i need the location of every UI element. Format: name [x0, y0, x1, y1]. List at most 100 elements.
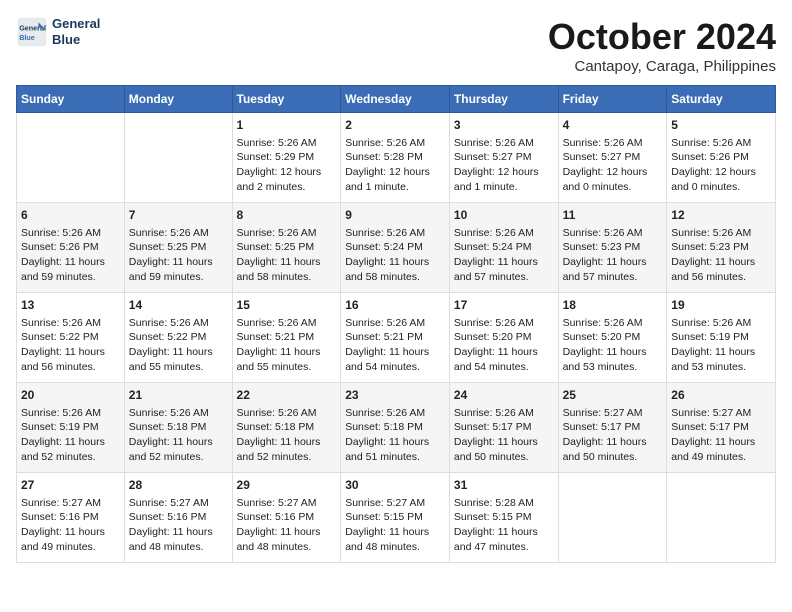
calendar-cell: 12 Sunrise: 5:26 AM Sunset: 5:23 PM Dayli… — [667, 203, 776, 293]
page-header: General Blue General Blue October 2024 C… — [16, 16, 776, 75]
cell-content: Sunrise: 5:26 AM Sunset: 5:24 PM Dayligh… — [454, 226, 554, 285]
day-number: 19 — [671, 297, 771, 314]
calendar-cell — [17, 113, 125, 203]
calendar-cell — [124, 113, 232, 203]
cell-content: Sunrise: 5:26 AM Sunset: 5:17 PM Dayligh… — [454, 406, 554, 465]
cell-content: Sunrise: 5:26 AM Sunset: 5:29 PM Dayligh… — [237, 136, 337, 195]
day-header-monday: Monday — [124, 86, 232, 113]
calendar-cell — [558, 473, 667, 563]
title-area: October 2024 Cantapoy, Caraga, Philippin… — [548, 16, 776, 75]
day-number: 6 — [21, 207, 120, 224]
calendar-cell: 11 Sunrise: 5:26 AM Sunset: 5:23 PM Dayli… — [558, 203, 667, 293]
day-number: 31 — [454, 477, 554, 494]
cell-content: Sunrise: 5:26 AM Sunset: 5:21 PM Dayligh… — [345, 316, 445, 375]
day-number: 3 — [454, 117, 554, 134]
day-number: 11 — [563, 207, 663, 224]
calendar-week-row: 1Sunrise: 5:26 AM Sunset: 5:29 PM Daylig… — [17, 113, 776, 203]
cell-content: Sunrise: 5:27 AM Sunset: 5:15 PM Dayligh… — [345, 496, 445, 555]
calendar-cell: 5 Sunrise: 5:26 AM Sunset: 5:26 PM Daylig… — [667, 113, 776, 203]
day-number: 29 — [237, 477, 337, 494]
calendar-cell: 19 Sunrise: 5:26 AM Sunset: 5:19 PM Dayli… — [667, 293, 776, 383]
cell-content: Sunrise: 5:27 AM Sunset: 5:17 PM Dayligh… — [563, 406, 663, 465]
calendar-week-row: 27Sunrise: 5:27 AM Sunset: 5:16 PM Dayli… — [17, 473, 776, 563]
day-number: 18 — [563, 297, 663, 314]
day-number: 12 — [671, 207, 771, 224]
day-number: 8 — [237, 207, 337, 224]
cell-content: Sunrise: 5:26 AM Sunset: 5:19 PM Dayligh… — [21, 406, 120, 465]
calendar-cell: 16 Sunrise: 5:26 AM Sunset: 5:21 PM Dayli… — [341, 293, 450, 383]
day-header-thursday: Thursday — [449, 86, 558, 113]
calendar-cell: 26Sunrise: 5:27 AM Sunset: 5:17 PM Dayli… — [667, 383, 776, 473]
logo-text: General Blue — [52, 16, 100, 47]
calendar-cell: 14 Sunrise: 5:26 AM Sunset: 5:22 PM Dayli… — [124, 293, 232, 383]
day-number: 23 — [345, 387, 445, 404]
calendar-cell: 6 Sunrise: 5:26 AM Sunset: 5:26 PM Daylig… — [17, 203, 125, 293]
cell-content: Sunrise: 5:26 AM Sunset: 5:18 PM Dayligh… — [129, 406, 228, 465]
cell-content: Sunrise: 5:28 AM Sunset: 5:15 PM Dayligh… — [454, 496, 554, 555]
calendar-cell: 4Sunrise: 5:26 AM Sunset: 5:27 PM Daylig… — [558, 113, 667, 203]
day-number: 17 — [454, 297, 554, 314]
cell-content: Sunrise: 5:26 AM Sunset: 5:19 PM Dayligh… — [671, 316, 771, 375]
calendar-cell: 22Sunrise: 5:26 AM Sunset: 5:18 PM Dayli… — [232, 383, 341, 473]
cell-content: Sunrise: 5:26 AM Sunset: 5:20 PM Dayligh… — [454, 316, 554, 375]
calendar-cell: 3 Sunrise: 5:26 AM Sunset: 5:27 PM Daylig… — [449, 113, 558, 203]
day-number: 2 — [345, 117, 445, 134]
cell-content: Sunrise: 5:26 AM Sunset: 5:26 PM Dayligh… — [671, 136, 771, 195]
day-header-sunday: Sunday — [17, 86, 125, 113]
cell-content: Sunrise: 5:26 AM Sunset: 5:21 PM Dayligh… — [237, 316, 337, 375]
calendar-cell — [667, 473, 776, 563]
calendar-cell: 1Sunrise: 5:26 AM Sunset: 5:29 PM Daylig… — [232, 113, 341, 203]
cell-content: Sunrise: 5:26 AM Sunset: 5:27 PM Dayligh… — [454, 136, 554, 195]
cell-content: Sunrise: 5:26 AM Sunset: 5:22 PM Dayligh… — [129, 316, 228, 375]
cell-content: Sunrise: 5:26 AM Sunset: 5:22 PM Dayligh… — [21, 316, 120, 375]
cell-content: Sunrise: 5:26 AM Sunset: 5:27 PM Dayligh… — [563, 136, 663, 195]
calendar-header-row: SundayMondayTuesdayWednesdayThursdayFrid… — [17, 86, 776, 113]
calendar-cell: 20 Sunrise: 5:26 AM Sunset: 5:19 PM Dayli… — [17, 383, 125, 473]
month-title: October 2024 — [548, 16, 776, 58]
day-number: 28 — [129, 477, 228, 494]
calendar-table: SundayMondayTuesdayWednesdayThursdayFrid… — [16, 85, 776, 563]
cell-content: Sunrise: 5:26 AM Sunset: 5:18 PM Dayligh… — [237, 406, 337, 465]
calendar-cell: 30 Sunrise: 5:27 AM Sunset: 5:15 PM Dayli… — [341, 473, 450, 563]
calendar-cell: 13 Sunrise: 5:26 AM Sunset: 5:22 PM Dayli… — [17, 293, 125, 383]
cell-content: Sunrise: 5:26 AM Sunset: 5:23 PM Dayligh… — [671, 226, 771, 285]
calendar-cell: 21 Sunrise: 5:26 AM Sunset: 5:18 PM Dayli… — [124, 383, 232, 473]
calendar-cell: 24 Sunrise: 5:26 AM Sunset: 5:17 PM Dayli… — [449, 383, 558, 473]
day-number: 9 — [345, 207, 445, 224]
day-number: 30 — [345, 477, 445, 494]
day-number: 21 — [129, 387, 228, 404]
day-number: 10 — [454, 207, 554, 224]
day-header-tuesday: Tuesday — [232, 86, 341, 113]
calendar-cell: 29 Sunrise: 5:27 AM Sunset: 5:16 PM Dayli… — [232, 473, 341, 563]
cell-content: Sunrise: 5:26 AM Sunset: 5:26 PM Dayligh… — [21, 226, 120, 285]
cell-content: Sunrise: 5:26 AM Sunset: 5:25 PM Dayligh… — [129, 226, 228, 285]
day-number: 15 — [237, 297, 337, 314]
calendar-cell: 8Sunrise: 5:26 AM Sunset: 5:25 PM Daylig… — [232, 203, 341, 293]
day-header-wednesday: Wednesday — [341, 86, 450, 113]
day-number: 13 — [21, 297, 120, 314]
day-number: 16 — [345, 297, 445, 314]
cell-content: Sunrise: 5:26 AM Sunset: 5:23 PM Dayligh… — [563, 226, 663, 285]
calendar-cell: 15 Sunrise: 5:26 AM Sunset: 5:21 PM Dayli… — [232, 293, 341, 383]
day-number: 7 — [129, 207, 228, 224]
cell-content: Sunrise: 5:27 AM Sunset: 5:16 PM Dayligh… — [129, 496, 228, 555]
calendar-cell: 18 Sunrise: 5:26 AM Sunset: 5:20 PM Dayli… — [558, 293, 667, 383]
day-number: 24 — [454, 387, 554, 404]
calendar-cell: 9 Sunrise: 5:26 AM Sunset: 5:24 PM Daylig… — [341, 203, 450, 293]
calendar-cell: 10 Sunrise: 5:26 AM Sunset: 5:24 PM Dayli… — [449, 203, 558, 293]
calendar-cell: 27Sunrise: 5:27 AM Sunset: 5:16 PM Dayli… — [17, 473, 125, 563]
cell-content: Sunrise: 5:26 AM Sunset: 5:28 PM Dayligh… — [345, 136, 445, 195]
day-number: 25 — [563, 387, 663, 404]
cell-content: Sunrise: 5:27 AM Sunset: 5:16 PM Dayligh… — [237, 496, 337, 555]
cell-content: Sunrise: 5:26 AM Sunset: 5:20 PM Dayligh… — [563, 316, 663, 375]
day-number: 5 — [671, 117, 771, 134]
calendar-cell: 31 Sunrise: 5:28 AM Sunset: 5:15 PM Dayli… — [449, 473, 558, 563]
calendar-week-row: 20 Sunrise: 5:26 AM Sunset: 5:19 PM Dayli… — [17, 383, 776, 473]
day-number: 14 — [129, 297, 228, 314]
day-number: 20 — [21, 387, 120, 404]
cell-content: Sunrise: 5:26 AM Sunset: 5:24 PM Dayligh… — [345, 226, 445, 285]
calendar-week-row: 6 Sunrise: 5:26 AM Sunset: 5:26 PM Daylig… — [17, 203, 776, 293]
calendar-cell: 7 Sunrise: 5:26 AM Sunset: 5:25 PM Daylig… — [124, 203, 232, 293]
cell-content: Sunrise: 5:27 AM Sunset: 5:16 PM Dayligh… — [21, 496, 120, 555]
logo-icon: General Blue — [16, 16, 48, 48]
